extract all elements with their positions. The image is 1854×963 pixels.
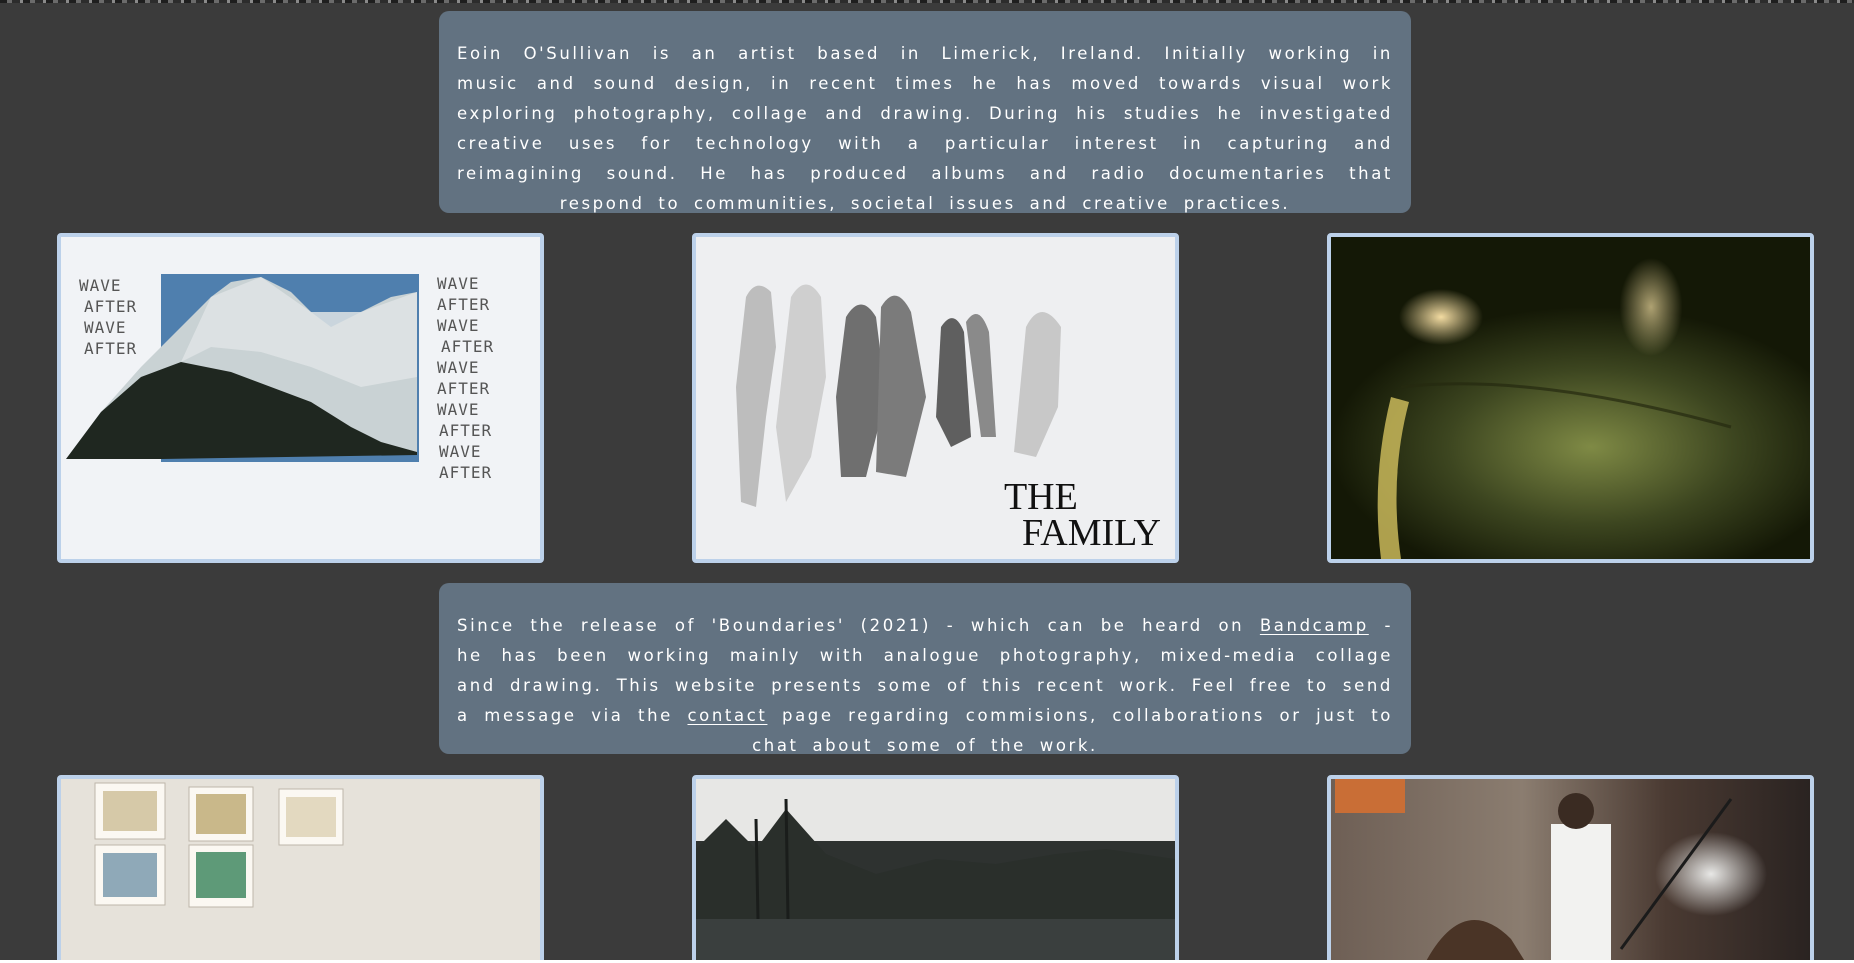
artwork-the-family[interactable]: THE FAMILY bbox=[692, 233, 1179, 563]
bandcamp-link[interactable]: Bandcamp bbox=[1260, 616, 1369, 635]
bio-text: Eoin O'Sullivan is an artist based in Li… bbox=[457, 44, 1393, 213]
artwork-wave-after-wave[interactable]: WAVE AFTER WAVE AFTER WAVE AFTER WAVE AF… bbox=[57, 233, 544, 563]
intro-panel: Since the release of 'Boundaries' (2021)… bbox=[439, 583, 1411, 755]
page: Eoin O'Sullivan is an artist based in Li… bbox=[0, 0, 1854, 960]
night-road-image bbox=[1377, 382, 1732, 559]
family-title: THE FAMILY bbox=[1003, 476, 1161, 554]
photo-night-road[interactable] bbox=[1327, 233, 1814, 563]
wave-right-text: WAVE AFTER WAVE AFTER WAVE AFTER WAVE AF… bbox=[437, 274, 495, 482]
gallery-wall-image bbox=[94, 782, 344, 908]
wave-left-text: WAVE AFTER WAVE AFTER bbox=[79, 276, 138, 358]
top-divider bbox=[0, 0, 1854, 3]
photo-recording-session[interactable] bbox=[1327, 775, 1814, 960]
photo-lake-trees[interactable] bbox=[692, 775, 1179, 960]
recording-session-image bbox=[1335, 779, 1733, 960]
bio-panel: Eoin O'Sullivan is an artist based in Li… bbox=[439, 11, 1411, 213]
intro-text: Since the release of 'Boundaries' (2021)… bbox=[457, 616, 1393, 755]
contact-link[interactable]: contact bbox=[687, 706, 767, 725]
lake-trees-image bbox=[696, 798, 1175, 960]
photo-gallery-wall[interactable] bbox=[57, 775, 544, 960]
